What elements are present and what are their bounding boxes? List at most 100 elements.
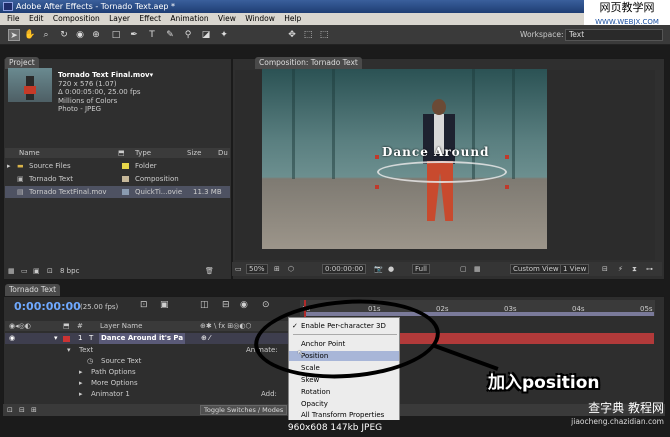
prop-path-options[interactable]: ▸ Path Options xyxy=(5,367,300,378)
prop-label: Animator 1 xyxy=(91,390,130,398)
workspace-select[interactable]: Text xyxy=(565,29,663,41)
transparency-grid-icon[interactable]: ▦ xyxy=(474,262,481,276)
label-column-icon[interactable]: ⬒ xyxy=(118,148,125,158)
project-item-source-files[interactable]: ▸ ▬ Source Files Folder xyxy=(5,160,230,172)
footage-dimensions: 720 x 576 (1.07) xyxy=(58,79,117,88)
brush-tool-icon[interactable]: ✎ xyxy=(164,29,176,41)
clone-stamp-tool-icon[interactable]: ⚲ xyxy=(182,29,194,41)
column-name[interactable]: Name xyxy=(19,148,40,158)
expand-arrow-icon[interactable]: ▸ xyxy=(79,389,83,400)
axis-mode-icon[interactable]: ✥ xyxy=(286,29,298,41)
expand-arrow-icon[interactable]: ▸ xyxy=(79,378,83,389)
stopwatch-icon[interactable]: ◷ xyxy=(87,356,93,367)
channel-icon[interactable]: ● xyxy=(388,262,394,276)
flowchart-icon[interactable]: ⊶ xyxy=(646,262,653,276)
menu-window[interactable]: Window xyxy=(245,14,275,23)
menu-edit[interactable]: Edit xyxy=(29,14,44,23)
local-axis-icon[interactable]: ⬚ xyxy=(302,29,314,41)
toggle-pixel-aspect-icon[interactable]: ⊟ xyxy=(602,262,608,276)
menu-view[interactable]: View xyxy=(218,14,236,23)
zoom-tool-icon[interactable]: ⌕ xyxy=(40,29,52,41)
frame-blending-icon[interactable]: ⊟ xyxy=(222,300,230,310)
in-out-pane-icon[interactable]: ⊞ xyxy=(31,404,37,416)
menu-composition[interactable]: Composition xyxy=(53,14,100,23)
selection-tool-icon[interactable]: ➤ xyxy=(8,29,20,41)
delete-icon[interactable]: 🗑 xyxy=(205,265,214,277)
menu-animation[interactable]: Animation xyxy=(170,14,208,23)
puppet-tool-icon[interactable]: ✦ xyxy=(218,29,230,41)
new-folder-icon[interactable]: ▭ xyxy=(21,265,28,277)
mask-visibility-icon[interactable]: ⬡ xyxy=(288,262,294,276)
layer-handle[interactable] xyxy=(375,185,379,189)
layer-name-header[interactable]: Layer Name xyxy=(100,321,142,331)
text-tool-icon[interactable]: T xyxy=(146,29,158,41)
eraser-tool-icon[interactable]: ◪ xyxy=(200,29,212,41)
comp-mini-flowchart-icon[interactable]: ⊡ xyxy=(140,300,148,310)
project-item-tornado-text[interactable]: ▣ Tornado Text Composition xyxy=(5,173,230,185)
expand-arrow-icon[interactable]: ▸ xyxy=(79,367,83,378)
rectangle-tool-icon[interactable]: □ xyxy=(110,29,122,41)
tools-toolbar: ➤ ✋ ⌕ ↻ ◉ ⊕ □ ✒ T ✎ ⚲ ◪ ✦ ✥ ⬚ ⬚ Workspac… xyxy=(0,25,670,45)
draft-3d-icon[interactable]: ◫ xyxy=(200,300,209,310)
prop-source-text[interactable]: ◷ Source Text xyxy=(5,356,300,367)
layer-name[interactable]: Dance Around it's Pa xyxy=(99,333,186,344)
prop-animator-1[interactable]: ▸ Animator 1 Add: xyxy=(5,389,300,400)
prop-more-options[interactable]: ▸ More Options xyxy=(5,378,300,389)
add-label[interactable]: Add: xyxy=(261,389,277,400)
expand-arrow-icon[interactable]: ▸ xyxy=(7,160,11,172)
zoom-select[interactable]: 50% xyxy=(246,264,268,274)
layer-switches-icon[interactable]: ⊕ ⁄ xyxy=(201,333,210,344)
menu-item-all-transform[interactable]: All Transform Properties xyxy=(289,410,399,420)
color-depth-label[interactable]: 8 bpc xyxy=(60,265,79,277)
menu-item-rotation[interactable]: Rotation xyxy=(289,387,399,397)
live-update-icon[interactable]: ▣ xyxy=(160,300,169,310)
index-header: # xyxy=(77,322,83,330)
menu-effect[interactable]: Effect xyxy=(139,14,161,23)
layer-switches-pane-icon[interactable]: ⊡ xyxy=(7,404,13,416)
layer-handle[interactable] xyxy=(375,155,379,159)
safe-zones-icon[interactable]: ⊞ xyxy=(274,262,280,276)
graph-editor-icon[interactable]: ⊙ xyxy=(262,300,270,310)
interpret-footage-icon[interactable]: ▦ xyxy=(8,265,15,277)
project-item-tornado-final-mov[interactable]: ▤ Tornado TextFinal.mov QuickTi...ovie 1… xyxy=(5,186,230,198)
column-size[interactable]: Size xyxy=(187,148,201,158)
world-axis-icon[interactable]: ⬚ xyxy=(318,29,330,41)
layer-expand-icon[interactable]: ▾ xyxy=(54,333,58,344)
camera-tool-icon[interactable]: ◉ xyxy=(74,29,86,41)
menu-help[interactable]: Help xyxy=(284,14,301,23)
color-depth-icon[interactable]: ⊡ xyxy=(47,265,53,277)
annotation-text: 加入position xyxy=(488,373,600,393)
prop-label: More Options xyxy=(91,379,138,387)
layer-handle[interactable] xyxy=(505,155,509,159)
column-type[interactable]: Type xyxy=(135,148,151,158)
rotation-tool-icon[interactable]: ↻ xyxy=(58,29,70,41)
menu-layer[interactable]: Layer xyxy=(109,14,130,23)
menu-file[interactable]: File xyxy=(7,14,20,23)
pan-behind-tool-icon[interactable]: ⊕ xyxy=(90,29,102,41)
timeline-timecode[interactable]: 0:00:00:00 xyxy=(14,300,81,313)
motion-blur-icon[interactable]: ◉ xyxy=(240,300,248,310)
hand-tool-icon[interactable]: ✋ xyxy=(24,29,36,41)
column-duration[interactable]: Du xyxy=(218,148,228,158)
expand-arrow-icon[interactable]: ▾ xyxy=(67,345,71,356)
layer-label-chip[interactable] xyxy=(63,336,70,342)
region-of-interest-icon[interactable]: ▢ xyxy=(460,262,467,276)
new-comp-icon[interactable]: ▣ xyxy=(33,265,40,277)
composition-frame[interactable]: Dance Around xyxy=(262,69,547,249)
toggle-switches-modes-button[interactable]: Toggle Switches / Modes xyxy=(200,405,288,415)
fast-previews-icon[interactable]: ⚡ xyxy=(618,262,623,276)
current-time-display[interactable]: 0:00:00:00 xyxy=(322,264,367,274)
tab-timeline[interactable]: Tornado Text xyxy=(5,284,61,296)
tab-composition[interactable]: Composition: Tornado Text xyxy=(255,57,362,69)
footage-name: Tornado Text Final.mov▾ xyxy=(58,71,154,79)
transfer-controls-icon[interactable]: ⊟ xyxy=(19,404,25,416)
resolution-select[interactable]: Full xyxy=(412,264,430,274)
pen-tool-icon[interactable]: ✒ xyxy=(128,29,140,41)
views-count-select[interactable]: 1 View xyxy=(560,264,590,274)
always-preview-icon[interactable]: ▭ xyxy=(235,262,242,276)
timeline-icon[interactable]: ⧗ xyxy=(632,262,637,276)
layer-video-toggle-icon[interactable]: ◉ xyxy=(9,333,15,344)
layer-handle[interactable] xyxy=(505,185,509,189)
snapshot-icon[interactable]: 📷 xyxy=(374,262,383,276)
menu-item-opacity[interactable]: Opacity xyxy=(289,399,399,409)
